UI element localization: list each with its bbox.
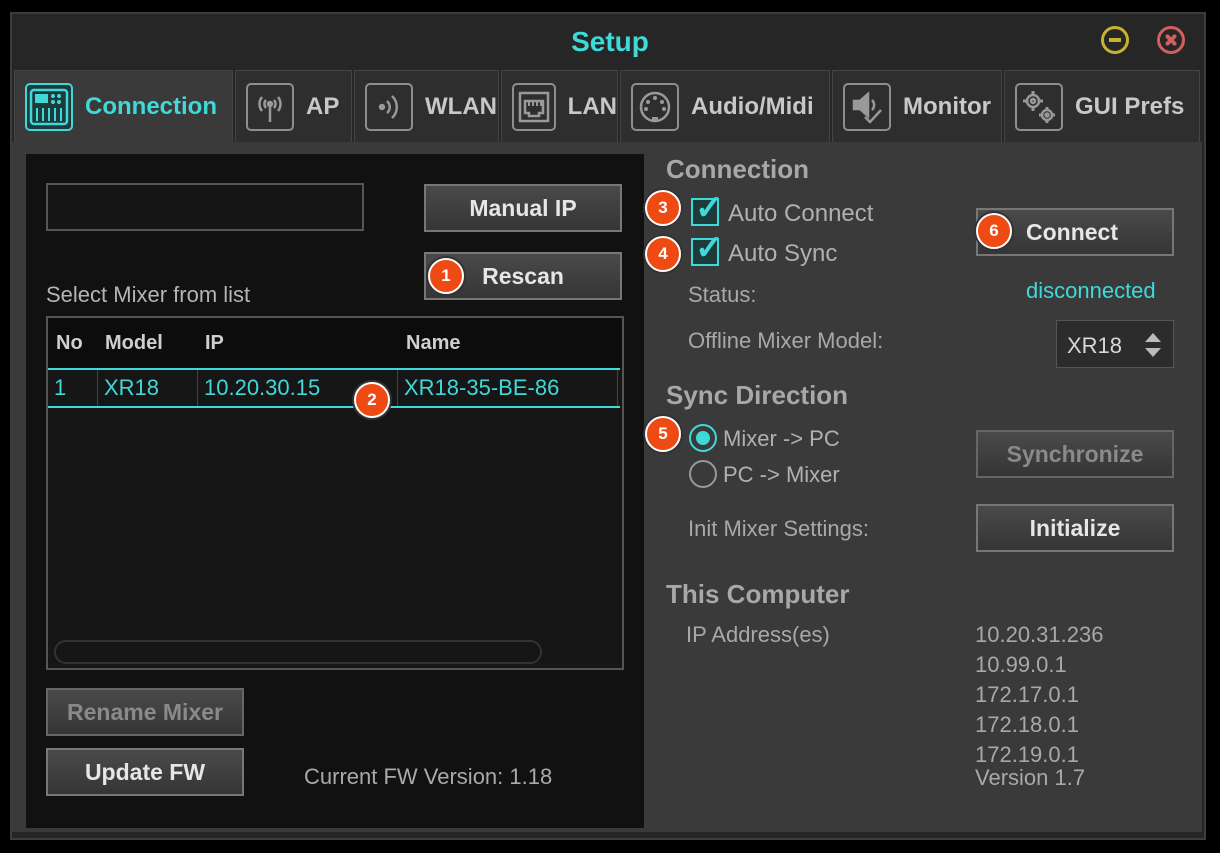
tab-label: Connection bbox=[85, 92, 217, 120]
column-header-model: Model bbox=[105, 332, 163, 354]
gears-icon bbox=[1015, 82, 1063, 131]
mixer-table: No Model IP Name 1 XR18 10.20.30.15 XR18… bbox=[46, 316, 624, 670]
manual-ip-button[interactable]: Manual IP bbox=[424, 184, 622, 232]
checkmark-icon: ✓ bbox=[695, 229, 724, 267]
tab-lan[interactable]: LAN bbox=[501, 70, 618, 142]
window-title: Setup bbox=[571, 26, 649, 57]
ip-address-item: 10.99.0.1 bbox=[975, 652, 1067, 677]
pc-to-mixer-label: PC -> Mixer bbox=[723, 462, 840, 487]
antenna-icon bbox=[246, 82, 294, 131]
pc-to-mixer-radio[interactable] bbox=[689, 460, 717, 488]
annotation-badge: 5 bbox=[645, 416, 681, 452]
init-mixer-label: Init Mixer Settings: bbox=[688, 516, 869, 541]
tab-ap[interactable]: AP bbox=[235, 70, 352, 142]
app-version-text: Version 1.7 bbox=[975, 765, 1086, 790]
rescan-label: Rescan bbox=[482, 262, 564, 289]
tab-label: AP bbox=[306, 92, 340, 120]
auto-connect-label: Auto Connect bbox=[728, 200, 874, 227]
column-header-no: No bbox=[56, 332, 83, 354]
status-value: disconnected bbox=[1026, 278, 1156, 303]
tab-label: WLAN bbox=[425, 92, 497, 120]
sync-direction-heading: Sync Direction bbox=[666, 380, 849, 410]
chevron-up-icon bbox=[1145, 333, 1161, 342]
horizontal-scrollbar[interactable] bbox=[54, 640, 542, 664]
ip-address-item: 172.17.0.1 bbox=[975, 682, 1079, 707]
minimize-button[interactable] bbox=[1101, 26, 1129, 54]
ethernet-port-icon bbox=[512, 82, 556, 131]
mixer-console-icon bbox=[25, 82, 73, 131]
annotation-badge: 4 bbox=[645, 236, 681, 272]
mixer-to-pc-label: Mixer -> PC bbox=[723, 426, 840, 451]
synchronize-button[interactable]: Synchronize bbox=[976, 430, 1174, 478]
tab-gui-prefs[interactable]: GUI Prefs bbox=[1004, 70, 1200, 142]
tab-wlan[interactable]: WLAN bbox=[354, 70, 499, 142]
annotation-badge: 2 bbox=[354, 382, 390, 418]
auto-sync-label: Auto Sync bbox=[728, 240, 838, 267]
close-icon bbox=[1160, 29, 1182, 51]
cell-name: XR18-35-BE-86 bbox=[398, 370, 618, 406]
column-header-ip: IP bbox=[205, 332, 224, 354]
offline-model-select[interactable]: XR18 bbox=[1056, 320, 1174, 368]
rename-mixer-button[interactable]: Rename Mixer bbox=[46, 688, 244, 736]
tab-label: GUI Prefs bbox=[1075, 92, 1185, 120]
annotation-badge: 3 bbox=[645, 190, 681, 226]
table-row[interactable]: 1 XR18 10.20.30.15 XR18-35-BE-86 bbox=[48, 368, 620, 408]
midi-connector-icon bbox=[631, 82, 679, 131]
select-mixer-label: Select Mixer from list bbox=[46, 282, 251, 307]
connection-heading: Connection bbox=[666, 154, 809, 184]
manual-ip-input[interactable] bbox=[46, 183, 364, 231]
mixer-to-pc-radio[interactable] bbox=[689, 424, 717, 452]
ip-address-item: 172.18.0.1 bbox=[975, 712, 1079, 737]
annotation-badge: 1 bbox=[428, 258, 464, 294]
offline-model-label: Offline Mixer Model: bbox=[688, 328, 884, 353]
chevron-down-icon bbox=[1145, 348, 1161, 357]
checkmark-icon: ✓ bbox=[695, 189, 724, 227]
ip-address-item: 10.20.31.236 bbox=[975, 622, 1104, 647]
tab-monitor[interactable]: Monitor bbox=[832, 70, 1002, 142]
status-label: Status: bbox=[688, 282, 757, 307]
fw-version-text: Current FW Version: 1.18 bbox=[304, 764, 553, 789]
tab-label: Audio/Midi bbox=[691, 92, 814, 120]
close-button[interactable] bbox=[1157, 26, 1185, 54]
tab-connection[interactable]: Connection bbox=[14, 70, 233, 142]
initialize-button[interactable]: Initialize bbox=[976, 504, 1174, 552]
tab-audio-midi[interactable]: Audio/Midi bbox=[620, 70, 830, 142]
update-fw-button[interactable]: Update FW bbox=[46, 748, 244, 796]
wifi-icon bbox=[365, 82, 413, 131]
cell-model: XR18 bbox=[98, 370, 198, 406]
table-header: No Model IP Name bbox=[48, 318, 622, 368]
cell-no: 1 bbox=[48, 370, 98, 406]
speaker-check-icon bbox=[843, 82, 891, 131]
annotation-badge: 6 bbox=[976, 213, 1012, 249]
ip-addresses-label: IP Address(es) bbox=[686, 622, 830, 647]
auto-sync-checkbox[interactable]: ✓ bbox=[691, 229, 724, 267]
tab-label: Monitor bbox=[903, 92, 991, 120]
tab-label: LAN bbox=[567, 92, 617, 120]
offline-model-value: XR18 bbox=[1067, 333, 1123, 358]
this-computer-heading: This Computer bbox=[666, 579, 850, 609]
connect-label: Connect bbox=[1026, 218, 1118, 245]
auto-connect-checkbox[interactable]: ✓ bbox=[691, 189, 724, 227]
column-header-name: Name bbox=[406, 332, 461, 354]
